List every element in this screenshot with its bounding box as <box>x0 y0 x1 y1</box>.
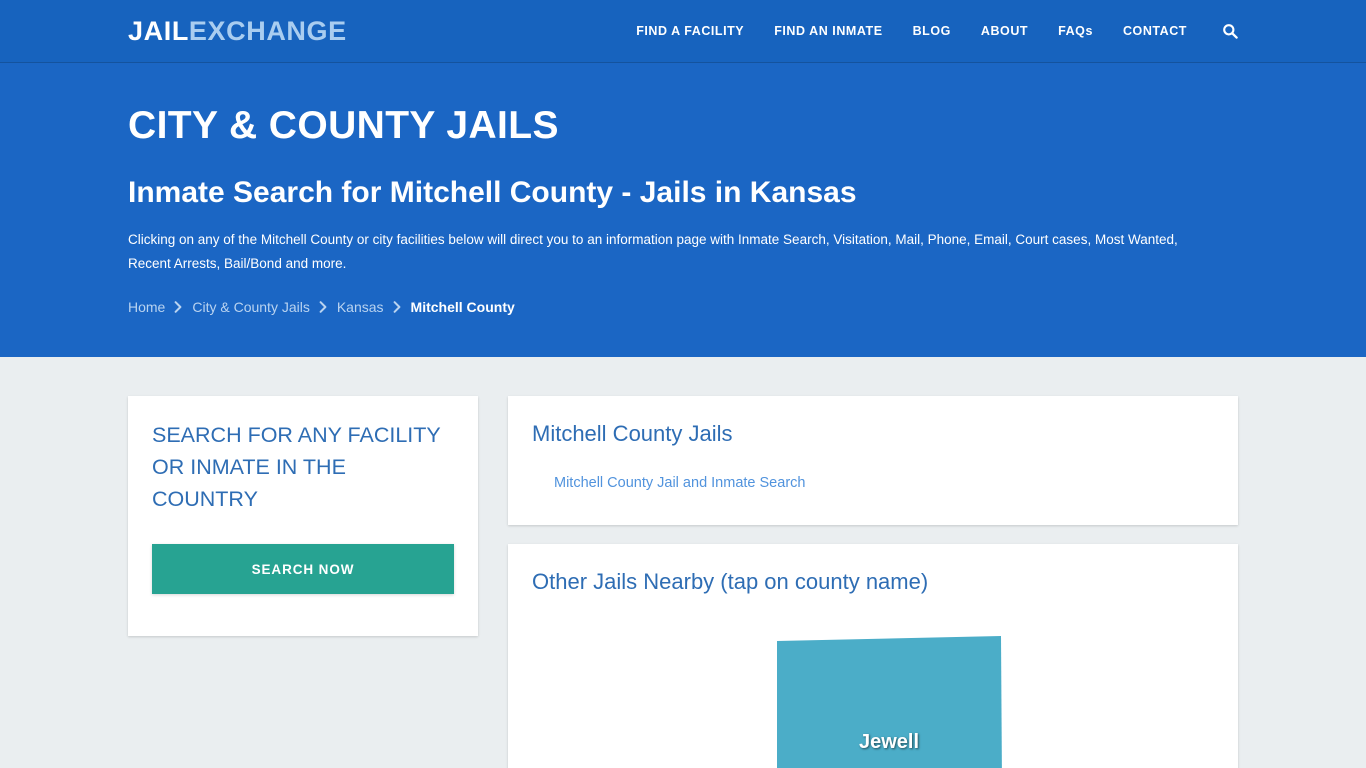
county-jails-title: Mitchell County Jails <box>532 421 733 446</box>
nav-find-an-inmate[interactable]: FIND AN INMATE <box>759 24 897 38</box>
search-card-title: SEARCH FOR ANY FACILITY OR INMATE IN THE… <box>152 423 441 511</box>
nearby-jails-card: Other Jails Nearby (tap on county name) … <box>508 543 1238 768</box>
list-item: Mitchell County Jail and Inmate Search <box>554 472 1214 495</box>
nav-blog[interactable]: BLOG <box>898 24 966 38</box>
breadcrumb: Home City & County Jails Kansas Mitchell… <box>128 299 1238 315</box>
main-content: SEARCH FOR ANY FACILITY OR INMATE IN THE… <box>0 357 1366 768</box>
search-now-button[interactable]: SEARCH NOW <box>152 544 454 595</box>
breadcrumb-item-kansas[interactable]: Kansas <box>337 299 384 315</box>
nav-contact[interactable]: CONTACT <box>1108 24 1202 38</box>
chevron-right-icon <box>384 301 411 313</box>
county-jails-card: Mitchell County Jails Mitchell County Ja… <box>508 396 1238 525</box>
breadcrumb-current-mitchell-county: Mitchell County <box>410 298 515 315</box>
breadcrumb-item-home[interactable]: Home <box>128 299 165 315</box>
right-column: Mitchell County Jails Mitchell County Ja… <box>508 396 1238 768</box>
jail-link-list: Mitchell County Jail and Inmate Search <box>532 472 1214 495</box>
nav-faqs[interactable]: FAQs <box>1043 24 1108 38</box>
nearby-jails-title: Other Jails Nearby (tap on county name) <box>532 568 929 594</box>
logo-text-exchange: EXCHANGE <box>188 15 347 46</box>
left-column: SEARCH FOR ANY FACILITY OR INMATE IN THE… <box>128 396 478 636</box>
logo-text-jail: JAIL <box>128 15 189 46</box>
nav-find-a-facility[interactable]: FIND A FACILITY <box>621 24 759 38</box>
site-logo[interactable]: JAILEXCHANGE <box>128 15 347 46</box>
page-title: CITY & COUNTY JAILS <box>128 104 559 147</box>
page-subtitle: Inmate Search for Mitchell County - Jail… <box>128 175 857 209</box>
hero-banner: CITY & COUNTY JAILS Inmate Search for Mi… <box>0 63 1366 357</box>
chevron-right-icon <box>310 301 337 313</box>
search-facility-card: SEARCH FOR ANY FACILITY OR INMATE IN THE… <box>128 396 478 636</box>
nav-about[interactable]: ABOUT <box>966 24 1043 38</box>
county-map: Jewell <box>532 622 1214 768</box>
breadcrumb-item-city-county-jails[interactable]: City & County Jails <box>192 299 309 315</box>
chevron-right-icon <box>165 301 192 313</box>
page-description: Clicking on any of the Mitchell County o… <box>128 232 1178 271</box>
county-label-jewell[interactable]: Jewell <box>776 731 1002 754</box>
jail-link-mitchell-county[interactable]: Mitchell County Jail and Inmate Search <box>554 475 805 491</box>
main-navigation: FIND A FACILITY FIND AN INMATE BLOG ABOU… <box>621 23 1238 39</box>
top-navbar: JAILEXCHANGE FIND A FACILITY FIND AN INM… <box>0 0 1366 63</box>
search-icon[interactable] <box>1202 23 1238 39</box>
